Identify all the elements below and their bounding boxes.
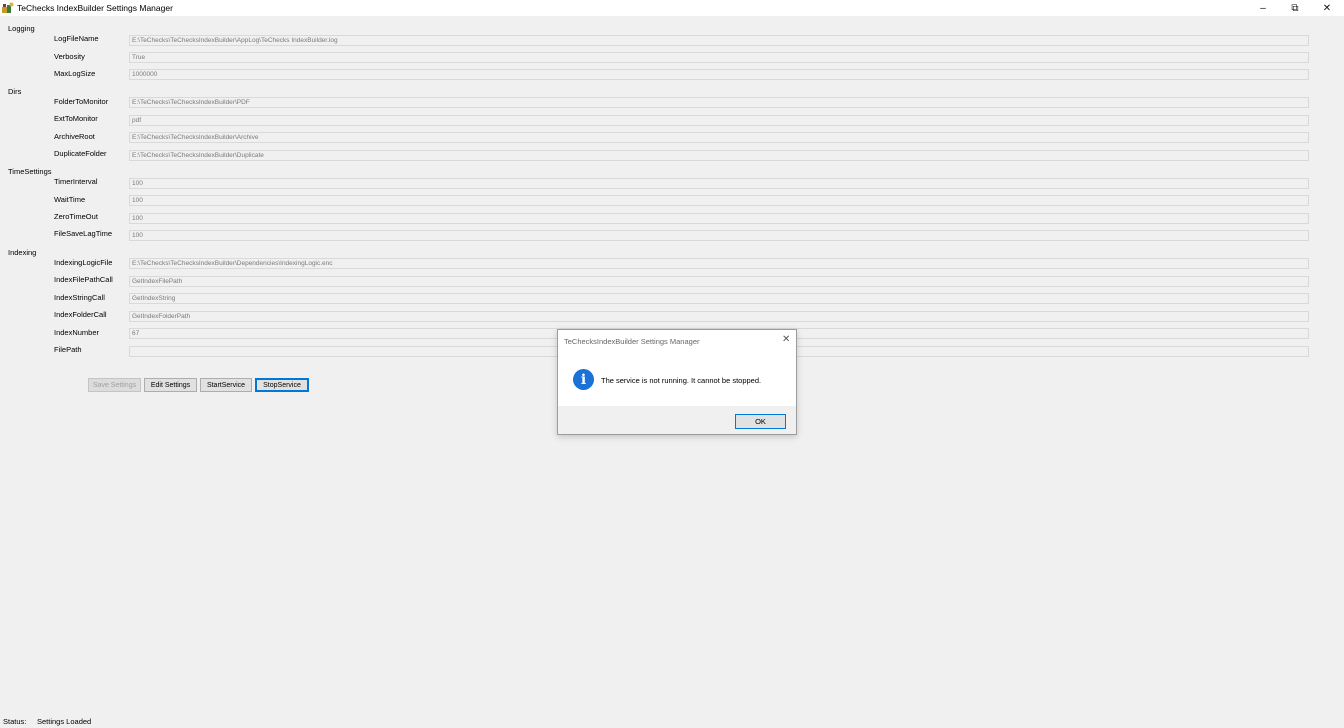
group-dirs: Dirs	[8, 87, 22, 96]
duplicatefolder-label: DuplicateFolder	[54, 149, 107, 158]
verbosity-field[interactable]: True	[129, 52, 1309, 63]
foldertomonitor-label: FolderToMonitor	[54, 97, 109, 106]
status-bar: Status: Settings Loaded	[0, 713, 1344, 728]
indexnumber-label: IndexNumber	[54, 328, 100, 337]
filesavelagtime-label: FileSaveLagTime	[54, 229, 113, 238]
verbosity-label: Verbosity	[54, 52, 85, 61]
status-value: Settings Loaded	[37, 717, 92, 726]
indexfoldercall-label: IndexFolderCall	[54, 310, 107, 319]
filepath-label: FilePath	[54, 345, 82, 354]
exttomonitor-field[interactable]: pdf	[129, 115, 1309, 126]
status-label: Status:	[3, 717, 27, 726]
filesavelagtime-field[interactable]: 100	[129, 230, 1309, 241]
stop-service-button[interactable]: StopService	[255, 378, 309, 392]
waittime-label: WaitTime	[54, 195, 86, 204]
app-builder-icon	[2, 2, 14, 13]
logfilename-label: LogFileName	[54, 34, 99, 43]
message-dialog: TeChecksIndexBuilder Settings Manager ✕ …	[557, 329, 797, 435]
indexstringcall-field[interactable]: GetIndexString	[129, 293, 1309, 304]
zerotimeout-field[interactable]: 100	[129, 213, 1309, 224]
edit-settings-button[interactable]: Edit Settings	[144, 378, 197, 392]
zerotimeout-label: ZeroTimeOut	[54, 212, 98, 221]
waittime-field[interactable]: 100	[129, 195, 1309, 206]
timerinterval-label: TimerInterval	[54, 177, 98, 186]
group-time-settings: TimeSettings	[8, 167, 52, 176]
timerinterval-field[interactable]: 100	[129, 178, 1309, 189]
foldertomonitor-field[interactable]: E:\TeChecks\TeChecksIndexBuilder\PDF	[129, 97, 1309, 108]
dialog-close-icon[interactable]: ✕	[782, 334, 790, 345]
group-indexing: Indexing	[8, 248, 37, 257]
restore-button[interactable]: ⧉	[1280, 0, 1310, 16]
maxlogsize-field[interactable]: 1000000	[129, 69, 1309, 80]
indexfilepathcall-field[interactable]: GetIndexFilePath	[129, 276, 1309, 287]
maxlogsize-label: MaxLogSize	[54, 69, 96, 78]
exttomonitor-label: ExtToMonitor	[54, 114, 98, 123]
archiveroot-label: ArchiveRoot	[54, 132, 95, 141]
indexfilepathcall-label: IndexFilePathCall	[54, 275, 113, 284]
dialog-title: TeChecksIndexBuilder Settings Manager	[564, 337, 700, 346]
indexinglogicfile-field[interactable]: E:\TeChecks\TeChecksIndexBuilder\Depende…	[129, 258, 1309, 269]
indexstringcall-label: IndexStringCall	[54, 293, 105, 302]
indexfoldercall-field[interactable]: GetIndexFolderPath	[129, 311, 1309, 322]
duplicatefolder-field[interactable]: E:\TeChecks\TeChecksIndexBuilder\Duplica…	[129, 150, 1309, 161]
save-settings-button[interactable]: Save Settings	[88, 378, 141, 392]
archiveroot-field[interactable]: E:\TeChecks\TeChecksIndexBuilder\Archive	[129, 132, 1309, 143]
close-window-button[interactable]: ✕	[1312, 0, 1342, 16]
logfilename-field[interactable]: E:\TeChecks\TeChecksIndexBuilder\AppLog\…	[129, 35, 1309, 46]
ok-button[interactable]: OK	[735, 414, 786, 429]
window-title: TeChecks IndexBuilder Settings Manager	[17, 3, 173, 13]
minimize-button[interactable]: –	[1248, 0, 1278, 16]
indexinglogicfile-label: IndexingLogicFile	[54, 258, 113, 267]
title-bar: TeChecks IndexBuilder Settings Manager –…	[0, 0, 1344, 16]
group-logging: Logging	[8, 24, 35, 33]
dialog-message: The service is not running. It cannot be…	[601, 376, 762, 385]
dialog-body: TeChecksIndexBuilder Settings Manager ✕ …	[558, 330, 796, 406]
start-service-button[interactable]: StartService	[200, 378, 252, 392]
information-icon: i	[573, 369, 594, 390]
